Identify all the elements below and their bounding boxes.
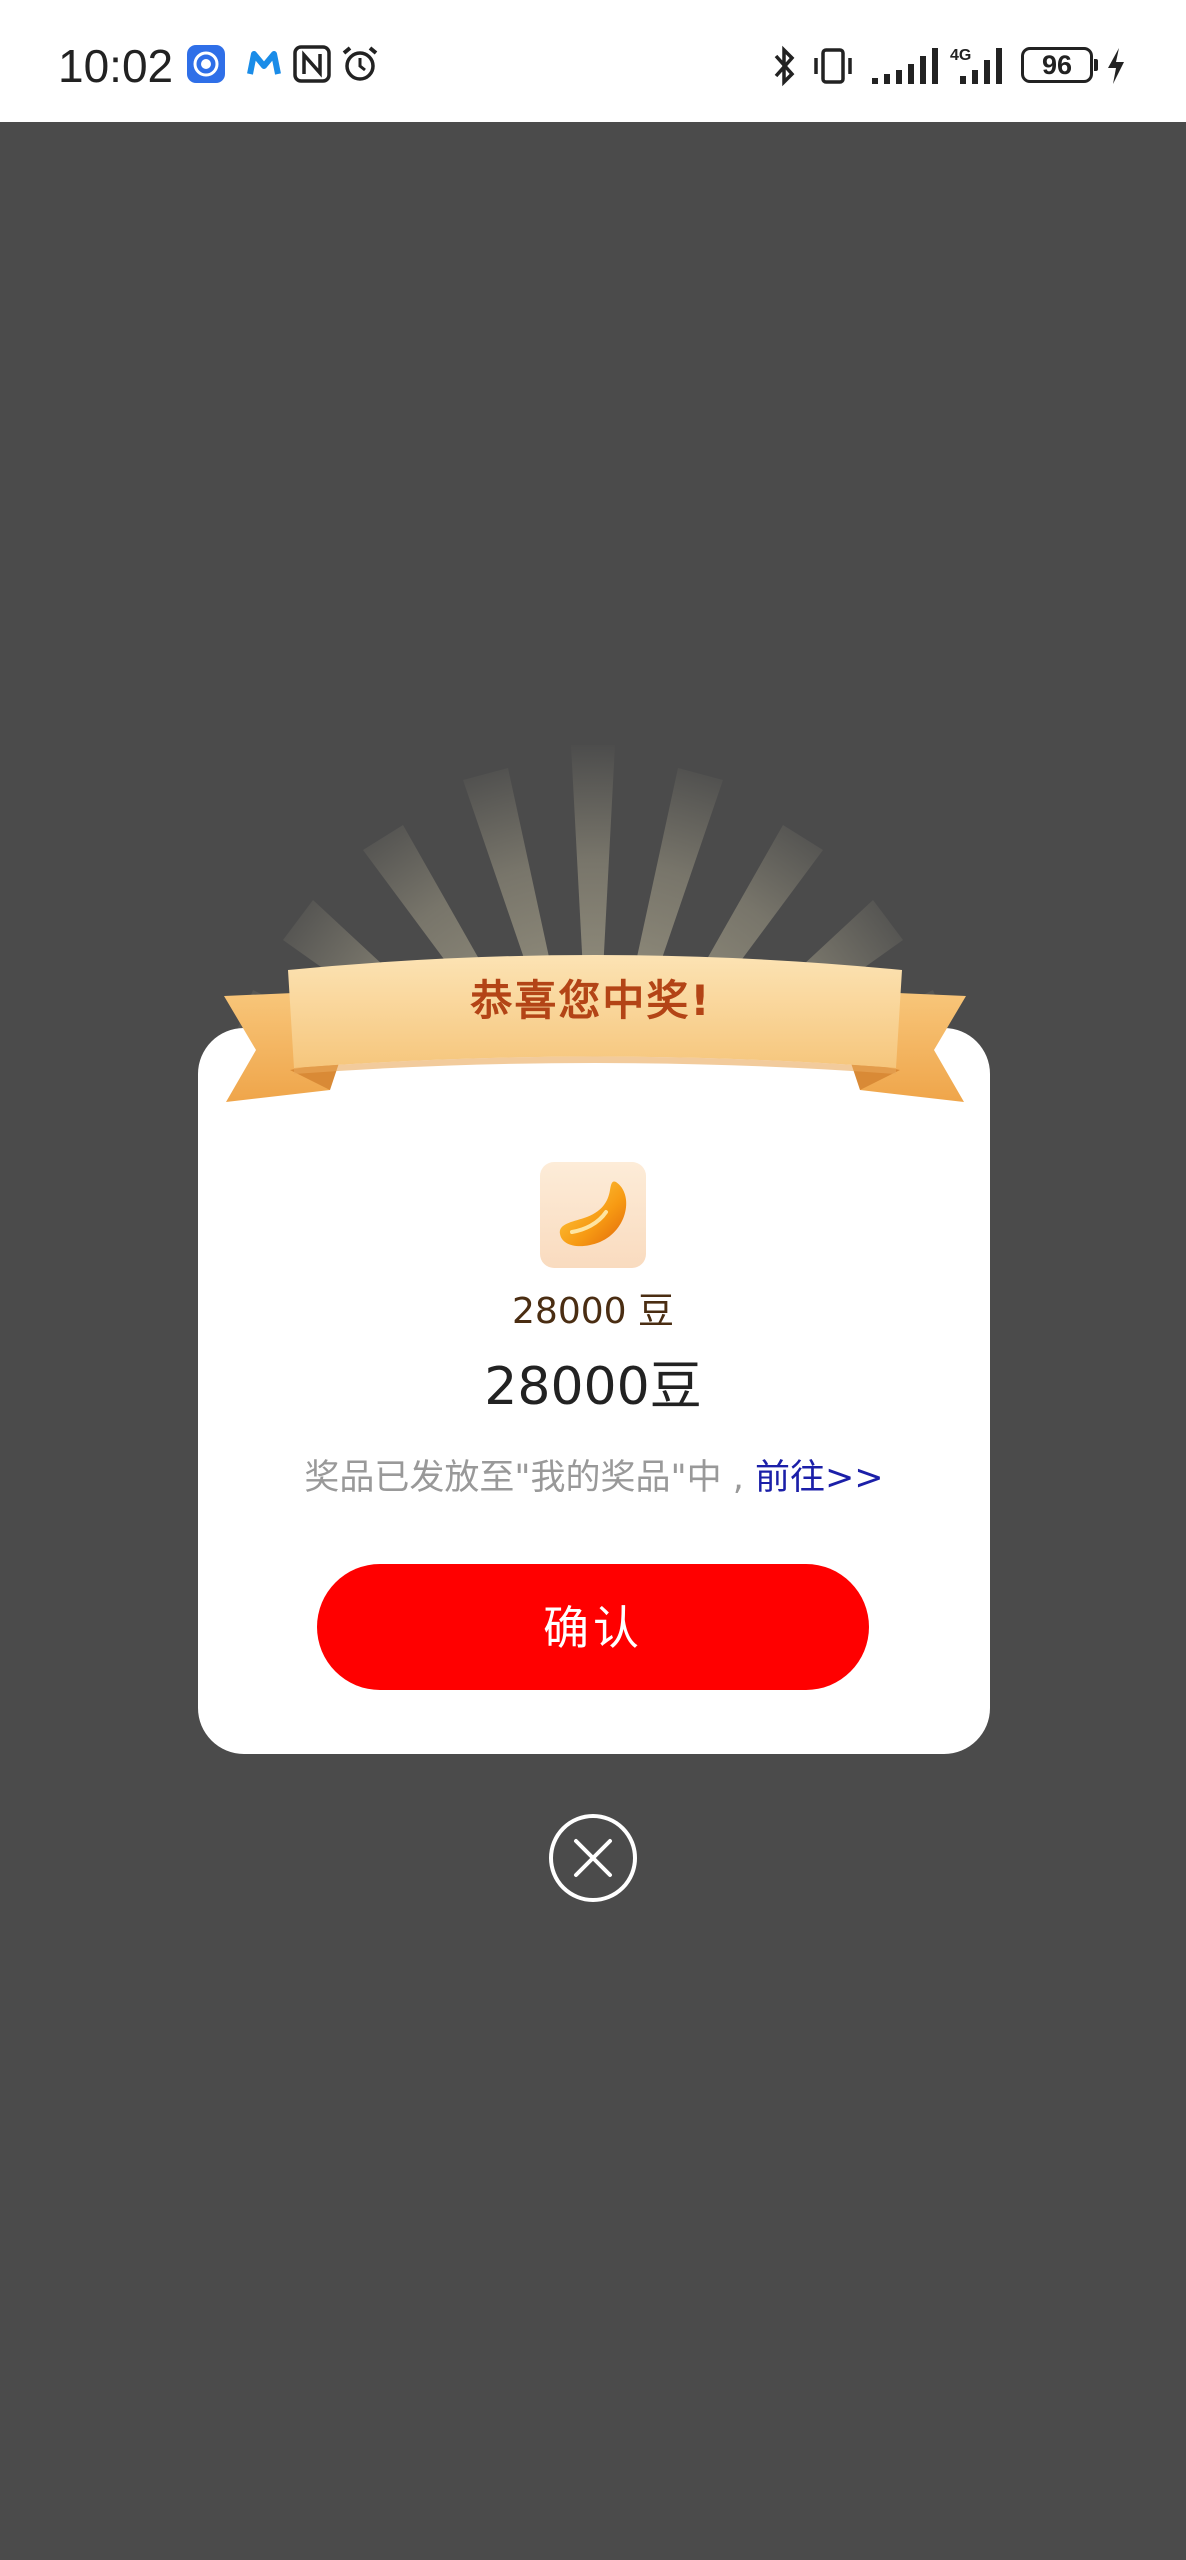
vibrate-icon (814, 48, 852, 84)
bluetooth-icon (774, 45, 795, 87)
battery-icon: 96 (1021, 47, 1098, 83)
m-app-icon (247, 51, 281, 75)
dialog-title: 恭喜您中奖! (470, 976, 712, 1025)
4g-signal-icon: 4G (950, 47, 1002, 84)
close-circle-icon[interactable] (547, 1812, 639, 1904)
prize-name: 28000豆 (484, 1357, 702, 1417)
svg-text:4G: 4G (950, 47, 971, 64)
go-to-my-prizes-link[interactable]: 前往>> (755, 1458, 884, 1498)
charging-icon (1108, 48, 1124, 84)
signal-icon (872, 48, 938, 84)
prize-notice-text: 奖品已发放至"我的奖品"中 , (304, 1458, 755, 1498)
app-notification-icon (187, 45, 225, 83)
bean-icon (559, 1181, 627, 1247)
nfc-icon (293, 45, 331, 83)
prize-notice: 奖品已发放至"我的奖品"中 , 前往>> (198, 1448, 990, 1508)
prize-quantity-label: 28000 豆 (512, 1291, 674, 1332)
prize-image (540, 1162, 646, 1268)
status-bar: 10:02 4G 96 (0, 0, 1186, 122)
status-time: 10:02 (58, 40, 174, 92)
alarm-icon (342, 46, 378, 81)
confirm-button[interactable]: 确认 (317, 1564, 869, 1690)
